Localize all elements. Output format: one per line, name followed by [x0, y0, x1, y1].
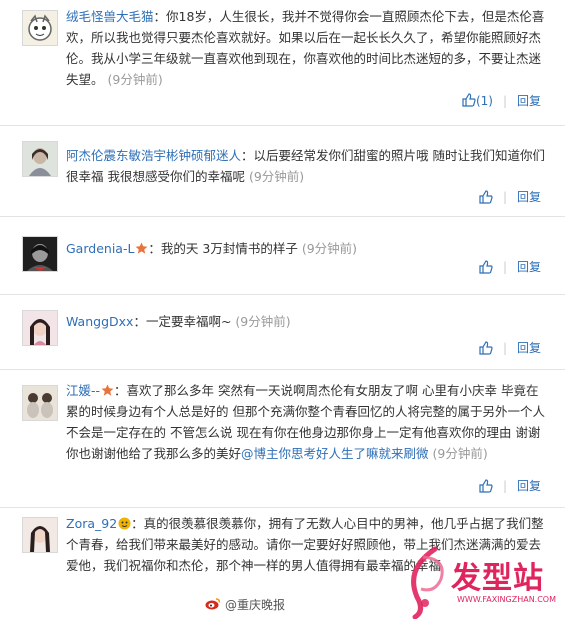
comment-username[interactable]: Zora_92: [66, 516, 117, 531]
thumbs-up-icon: [462, 93, 476, 107]
faxingzhan-logo: 发型站 WWW.FAXINGZHAN.COM: [395, 539, 565, 620]
reply-button[interactable]: 回复: [517, 92, 541, 109]
thumbs-up-icon[interactable]: [479, 478, 493, 493]
avatar[interactable]: [22, 517, 58, 553]
avatar[interactable]: [22, 236, 58, 272]
weibo-watermark-text: @重庆晚报: [225, 598, 286, 612]
weibo-watermark: @重庆晚报: [205, 596, 285, 613]
avatar[interactable]: [22, 310, 58, 346]
action-divider: |: [502, 259, 507, 274]
comment-list: 绒毛怪兽大毛猫：你18岁，人生很长，我并不觉得你会一直照顾杰伦下去，但是杰伦喜欢…: [0, 0, 565, 620]
comment-body: Gardenia-L ：我的天 3万封情书的样子 (9分钟前): [66, 238, 547, 259]
comment-username[interactable]: WanggDxx: [66, 314, 133, 329]
comment-time: (9分钟前): [432, 446, 488, 461]
reply-button[interactable]: 回复: [517, 339, 541, 356]
comment-body: 绒毛怪兽大毛猫：你18岁，人生很长，我并不觉得你会一直照顾杰伦下去，但是杰伦喜欢…: [66, 6, 547, 90]
avatar[interactable]: [22, 141, 58, 177]
comment-item: 阿杰伦震东敏浩宇彬钟硕郁迷人：以后要经常发你们甜蜜的照片哦 随时让我们知道你们很…: [0, 125, 565, 217]
comment-username[interactable]: Gardenia-L: [66, 241, 134, 256]
thumbs-up-icon[interactable]: [479, 340, 493, 355]
comment-time: (9分钟前): [301, 241, 358, 256]
comment-time: (9分钟前): [107, 72, 163, 87]
comment-item: WanggDxx：一定要幸福啊~ (9分钟前) | 回复: [0, 294, 565, 370]
comment-actions: | 回复: [479, 477, 541, 494]
action-divider: |: [502, 189, 507, 204]
avatar[interactable]: [22, 10, 58, 46]
reply-button[interactable]: 回复: [517, 188, 541, 205]
verified-badge-icon: [101, 382, 114, 396]
comment-body: WanggDxx：一定要幸福啊~ (9分钟前): [66, 311, 547, 332]
action-divider: |: [502, 478, 507, 493]
action-divider: |: [502, 93, 507, 108]
like-count: (1): [475, 94, 493, 108]
comment-username[interactable]: 阿杰伦震东敏浩宇彬钟硕郁迷人: [66, 148, 241, 163]
comment-mention[interactable]: @博主你思考好人生了嘛就来刷微: [241, 446, 429, 461]
comment-item: 江媛-- ：喜欢了那么多年 突然有一天说啊周杰伦有女朋友了啊 心里有小庆幸 毕竟在…: [0, 369, 565, 508]
thumbs-up-icon[interactable]: [479, 259, 493, 274]
comment-time: (9分钟前): [248, 169, 305, 184]
thumbs-up-icon[interactable]: [479, 189, 493, 204]
comment-item: Gardenia-L ：我的天 3万封情书的样子 (9分钟前) | 回复: [0, 216, 565, 295]
comment-username[interactable]: 绒毛怪兽大毛猫: [66, 9, 154, 24]
comment-text: ：一定要幸福啊~: [133, 314, 232, 329]
reply-button[interactable]: 回复: [517, 477, 541, 494]
comment-body: 江媛-- ：喜欢了那么多年 突然有一天说啊周杰伦有女朋友了啊 心里有小庆幸 毕竟在…: [66, 380, 547, 464]
logo-url: WWW.FAXINGZHAN.COM: [457, 595, 556, 604]
comment-text: ：我的天 3万封情书的样子: [148, 241, 298, 256]
comment-item: 绒毛怪兽大毛猫：你18岁，人生很长，我并不觉得你会一直照顾杰伦下去，但是杰伦喜欢…: [0, 0, 565, 126]
verified-badge-icon: [135, 240, 148, 254]
comment-body: 阿杰伦震东敏浩宇彬钟硕郁迷人：以后要经常发你们甜蜜的照片哦 随时让我们知道你们很…: [66, 145, 547, 187]
reply-button[interactable]: 回复: [517, 258, 541, 275]
logo-title: 发型站: [451, 561, 544, 596]
comment-time: (9分钟前): [235, 314, 291, 329]
watermark-faint: [6, 598, 10, 611]
comment-actions: | 回复: [479, 339, 541, 356]
comment-actions: | 回复: [479, 258, 541, 275]
comment-username[interactable]: 江媛--: [66, 383, 100, 398]
comment-actions: (1) | 回复: [462, 92, 541, 109]
avatar[interactable]: [22, 385, 58, 421]
action-divider: |: [502, 340, 507, 355]
vip-badge-icon: [118, 515, 131, 530]
comment-actions: | 回复: [479, 188, 541, 205]
like-button[interactable]: (1): [462, 93, 493, 108]
weibo-logo-icon: [205, 597, 221, 613]
